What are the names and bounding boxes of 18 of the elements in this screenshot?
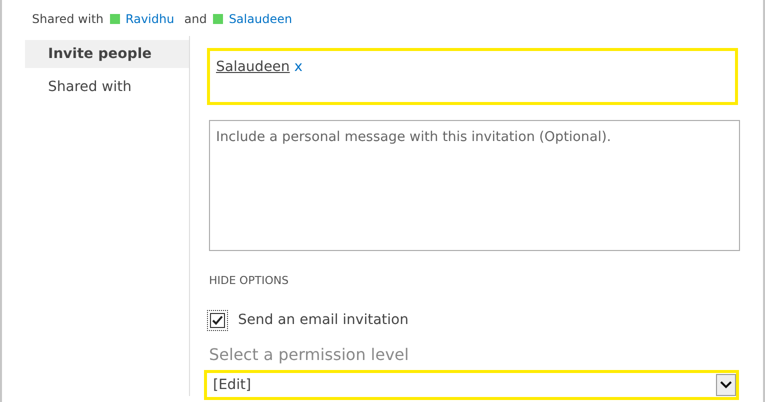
email-invitation-label: Send an email invitation bbox=[238, 311, 408, 330]
permission-dropdown[interactable]: [Edit] bbox=[204, 370, 739, 400]
person-token: Salaudeen bbox=[216, 59, 290, 75]
caret-icon bbox=[716, 374, 736, 396]
permission-label: Select a permission level bbox=[209, 344, 410, 366]
remove-link[interactable]: x bbox=[294, 59, 303, 75]
invite-field[interactable]: Salaudeen x bbox=[207, 48, 738, 105]
checkmark-icon bbox=[210, 313, 225, 328]
permission-value: [Edit] bbox=[213, 376, 252, 394]
sidebar-tab[interactable]: Shared with bbox=[25, 73, 189, 101]
person-link[interactable]: Salaudeen bbox=[228, 10, 292, 28]
email-invitation-checkbox[interactable] bbox=[207, 310, 228, 331]
shared-with-label: Shared with bbox=[32, 10, 104, 28]
hide-options-link[interactable]: HIDE OPTIONS bbox=[209, 273, 289, 290]
person-link[interactable]: Ravidhu bbox=[126, 10, 174, 28]
message-field[interactable]: Include a personal message with this invitation (Optional). bbox=[209, 120, 740, 251]
sidebar-tab[interactable]: Invite people bbox=[25, 40, 189, 68]
conjunction-text: and bbox=[184, 10, 207, 28]
